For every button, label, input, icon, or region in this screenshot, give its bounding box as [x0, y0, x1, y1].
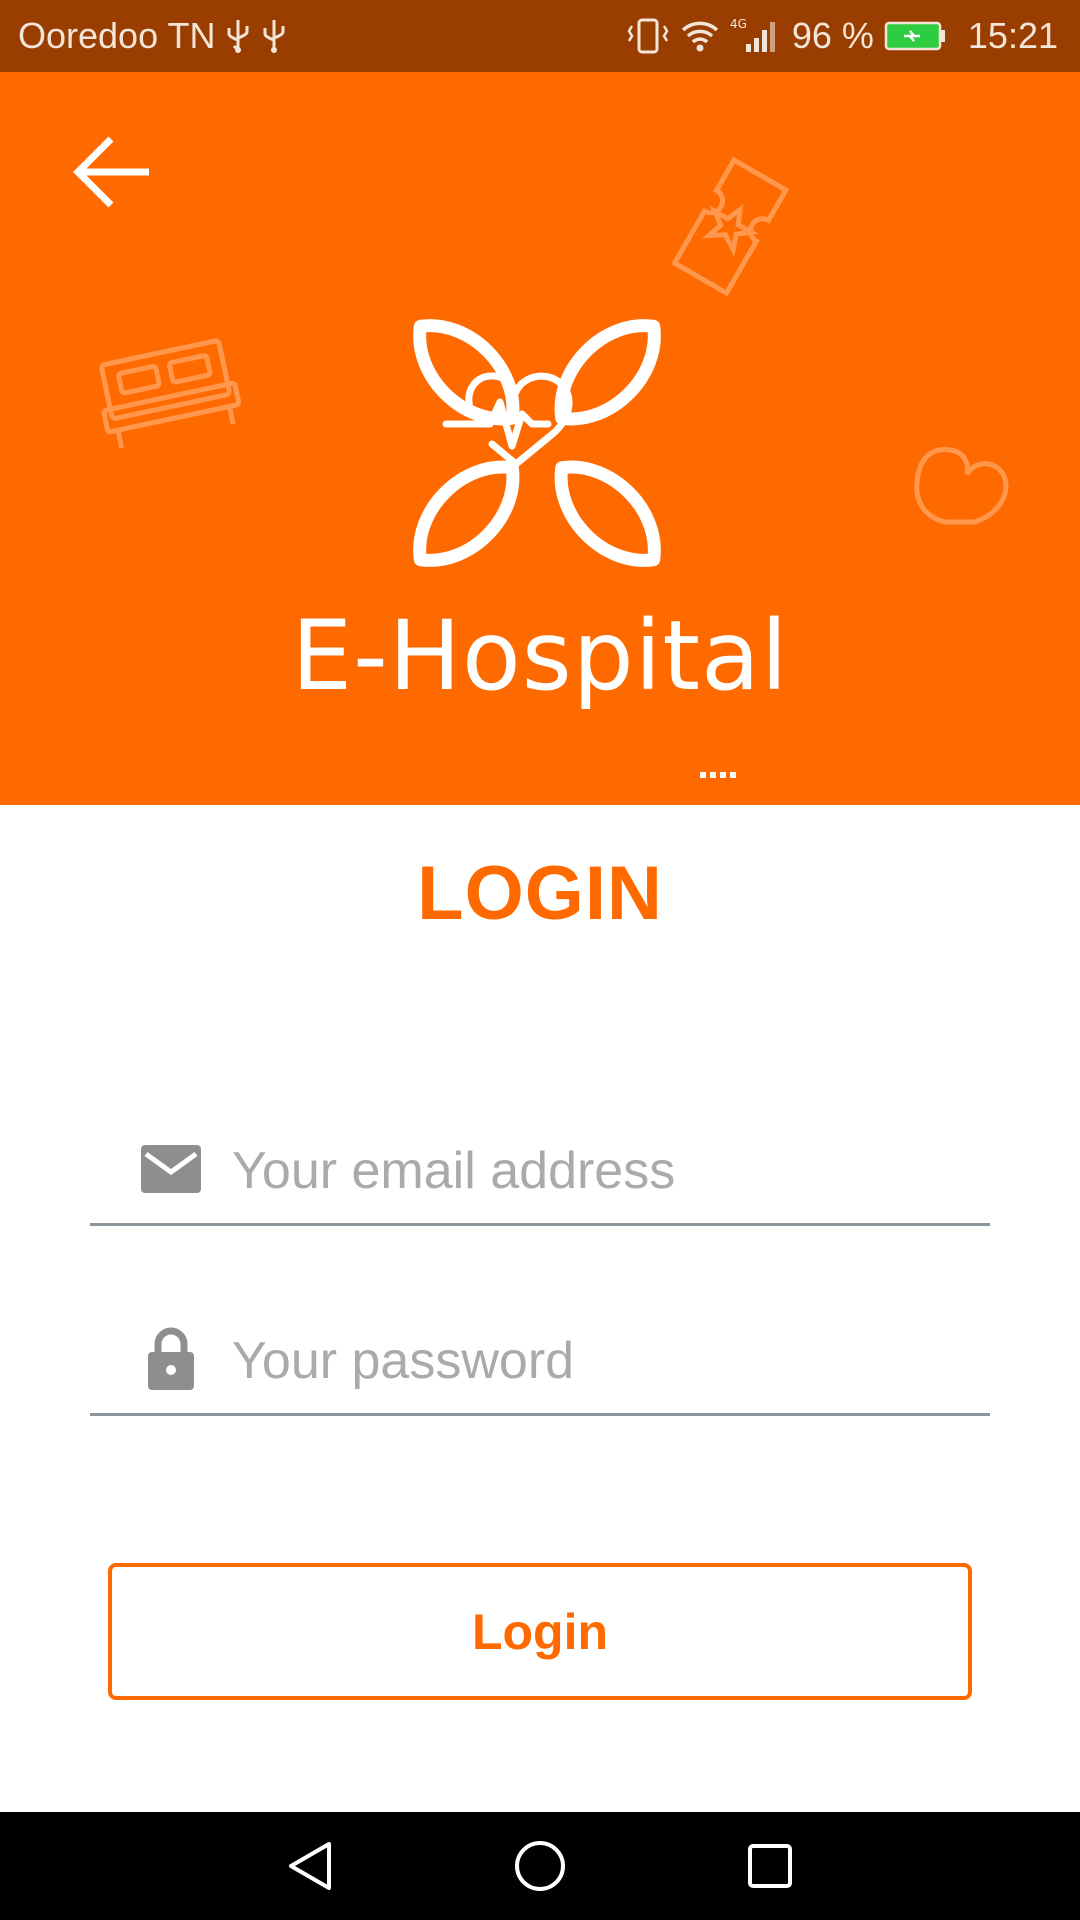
password-input[interactable] [232, 1316, 972, 1406]
nav-recents-button[interactable] [740, 1836, 800, 1896]
clock: 15:21 [967, 15, 1058, 56]
signal-4g-icon: 4G [730, 16, 776, 56]
svg-text:4G: 4G [730, 17, 747, 31]
recents-square-icon [748, 1844, 792, 1888]
carrier-label: Ooredoo TN [18, 15, 216, 56]
email-field [90, 1116, 990, 1226]
nav-back-button[interactable] [280, 1836, 340, 1896]
status-bar-left: Ooredoo TN [18, 15, 287, 57]
page-title: LOGIN [417, 851, 663, 936]
nav-home-button[interactable] [510, 1836, 570, 1896]
login-button[interactable]: Login [108, 1563, 972, 1700]
lock-icon [140, 1327, 202, 1390]
wifi-icon [680, 18, 720, 54]
header-banner: E-Hospital [0, 72, 1080, 805]
password-field [90, 1306, 990, 1416]
battery-charging-icon [884, 21, 946, 51]
email-input[interactable] [232, 1126, 972, 1216]
vibrate-icon [626, 16, 670, 56]
brand-dots-decoration [700, 772, 736, 778]
bed-icon [99, 338, 242, 449]
heart-icon [914, 446, 1009, 525]
battery-percent: 96 % [791, 15, 874, 56]
envelope-icon [140, 1138, 202, 1200]
e-hospital-logo-icon [413, 319, 661, 567]
home-circle-icon [515, 1841, 565, 1891]
status-bar-right: 4G 96 % 15:21 [626, 15, 1058, 57]
back-button[interactable] [62, 122, 162, 222]
brand-name: E-Hospital [291, 600, 789, 712]
back-triangle-icon [289, 1842, 331, 1890]
usb-icon [225, 18, 251, 54]
arrow-left-icon [73, 136, 149, 208]
usb-icon [261, 18, 287, 54]
navigation-bar [0, 1812, 1080, 1920]
status-bar: Ooredoo TN 4G 96 % 15:21 [0, 0, 1080, 72]
